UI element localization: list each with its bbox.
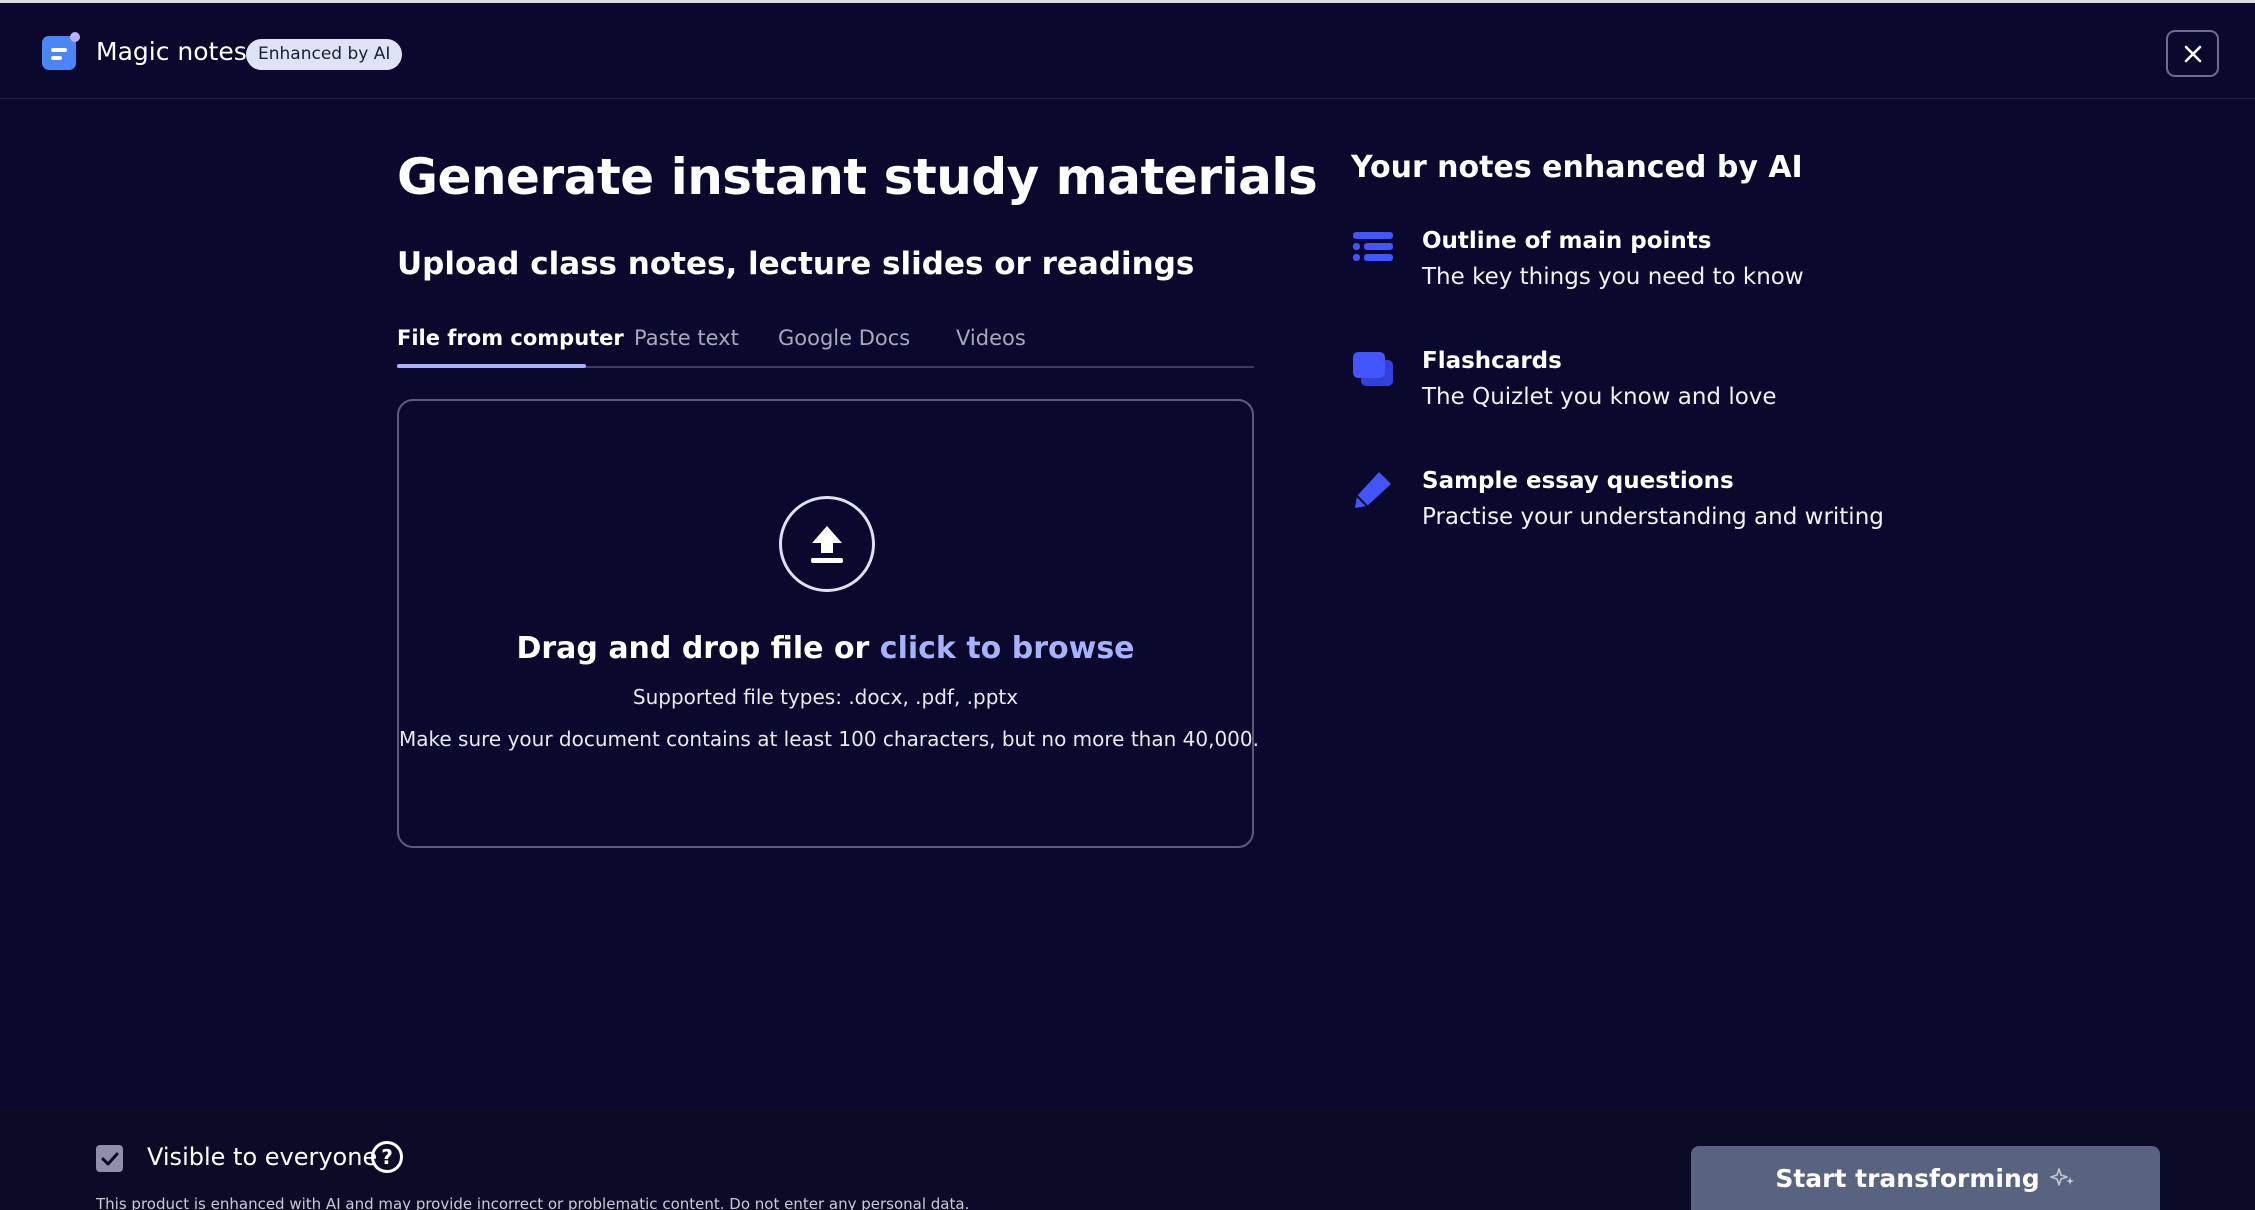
close-icon bbox=[2184, 45, 2201, 62]
drag-drop-text: Drag and drop file or click to browse bbox=[399, 631, 1252, 666]
drag-drop-label: Drag and drop file or bbox=[516, 631, 880, 666]
start-transforming-button[interactable]: Start transforming bbox=[1691, 1146, 2160, 1210]
file-dropzone[interactable]: Drag and drop file or click to browse Su… bbox=[397, 399, 1259, 848]
list-icon bbox=[1353, 232, 1393, 261]
feature-essay-questions: Sample essay questions Practise your und… bbox=[1351, 464, 2051, 544]
app-title: Magic notes bbox=[96, 37, 247, 66]
magic-notes-icon bbox=[42, 32, 80, 70]
character-limits-note: Make sure your document contains at leas… bbox=[399, 727, 1259, 751]
active-tab-indicator bbox=[397, 364, 586, 368]
enhanced-by-ai-badge: Enhanced by AI bbox=[246, 39, 403, 70]
magic-notes-page: Magic notes Enhanced by AI Generate inst… bbox=[0, 0, 2255, 1210]
feature-outline-title: Outline of main points bbox=[1422, 228, 1712, 254]
feature-flashcards: Flashcards The Quizlet you know and love bbox=[1351, 344, 2051, 424]
help-icon[interactable]: ? bbox=[371, 1141, 403, 1173]
footer: Visible to everyone ? This product is en… bbox=[0, 1108, 2255, 1210]
checkmark-icon bbox=[101, 1152, 118, 1165]
tab-videos[interactable]: Videos bbox=[956, 326, 1026, 350]
feature-flashcards-description: The Quizlet you know and love bbox=[1422, 384, 1777, 410]
feature-essay-description: Practise your understanding and writing bbox=[1422, 504, 1884, 530]
tab-google-docs[interactable]: Google Docs bbox=[778, 326, 910, 350]
ai-disclaimer: This product is enhanced with AI and may… bbox=[96, 1195, 970, 1210]
pencil-icon bbox=[1355, 472, 1391, 508]
feature-essay-title: Sample essay questions bbox=[1422, 468, 1734, 494]
feature-flashcards-title: Flashcards bbox=[1422, 348, 1562, 374]
flashcards-icon bbox=[1353, 352, 1393, 386]
tab-paste-text[interactable]: Paste text bbox=[634, 326, 739, 350]
features-title: Your notes enhanced by AI bbox=[1351, 150, 1803, 185]
upload-source-tabs: File from computer Paste text Google Doc… bbox=[397, 322, 1254, 368]
feature-outline-description: The key things you need to know bbox=[1422, 264, 1804, 290]
feature-outline: Outline of main points The key things yo… bbox=[1351, 224, 2051, 304]
page-subtitle: Upload class notes, lecture slides or re… bbox=[397, 246, 1195, 282]
tab-file-from-computer[interactable]: File from computer bbox=[397, 326, 624, 350]
close-button[interactable] bbox=[2166, 30, 2219, 77]
visible-to-everyone-checkbox[interactable] bbox=[96, 1145, 123, 1172]
click-to-browse-link[interactable]: click to browse bbox=[880, 631, 1135, 666]
supported-file-types: Supported file types: .docx, .pdf, .pptx bbox=[632, 685, 1019, 709]
sparkle-icon bbox=[2049, 1168, 2074, 1186]
visible-to-everyone-label[interactable]: Visible to everyone bbox=[147, 1143, 377, 1171]
page-title: Generate instant study materials bbox=[397, 148, 1318, 206]
upload-icon bbox=[779, 496, 875, 592]
header: Magic notes Enhanced by AI bbox=[0, 3, 2255, 99]
start-transforming-label: Start transforming bbox=[1775, 1163, 2040, 1193]
